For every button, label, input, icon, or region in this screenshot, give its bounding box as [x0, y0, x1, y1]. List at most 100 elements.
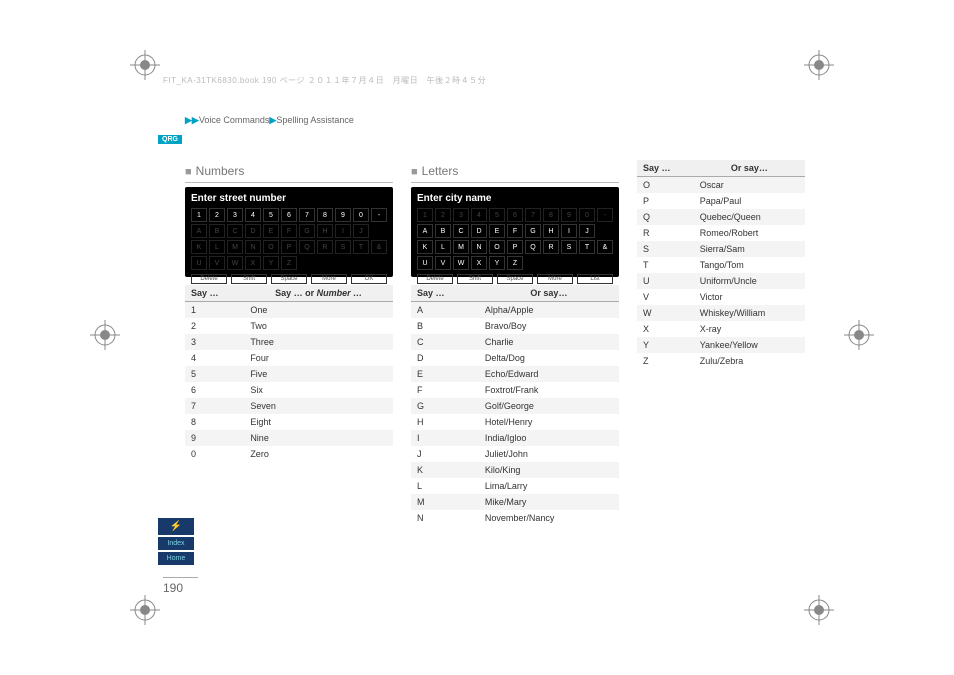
key: Y: [489, 256, 505, 270]
letters-screen: Enter city name 1234567890- ABCDEFGHIJ K…: [411, 187, 619, 277]
key: Z: [507, 256, 523, 270]
table-row: DDelta/Dog: [411, 350, 619, 366]
table-row: WWhiskey/William: [637, 305, 805, 321]
key: V: [209, 256, 225, 270]
reg-mark-icon: [90, 320, 120, 350]
key: G: [299, 224, 315, 238]
cell-key: U: [637, 273, 694, 289]
cell-key: T: [637, 257, 694, 273]
cell-value: Uniform/Uncle: [694, 273, 805, 289]
table-row: VVictor: [637, 289, 805, 305]
key: W: [453, 256, 469, 270]
table-row: HHotel/Henry: [411, 414, 619, 430]
cell-key: H: [411, 414, 479, 430]
cell-key: 6: [185, 382, 244, 398]
key: X: [471, 256, 487, 270]
table-row: XX-ray: [637, 321, 805, 337]
table-row: UUniform/Uncle: [637, 273, 805, 289]
reg-mark-icon: [804, 595, 834, 625]
key: 6: [507, 208, 523, 222]
table-row: TTango/Tom: [637, 257, 805, 273]
key: E: [489, 224, 505, 238]
key: &: [371, 240, 387, 254]
cell-key: O: [637, 177, 694, 194]
key: 6: [281, 208, 297, 222]
table-row: PPapa/Paul: [637, 193, 805, 209]
key: 2: [209, 208, 225, 222]
page: FIT_KA-31TK6830.book 190 ページ ２０１１年７月４日 月…: [0, 0, 954, 675]
cell-key: 1: [185, 302, 244, 319]
table-row: ZZulu/Zebra: [637, 353, 805, 369]
key: C: [453, 224, 469, 238]
cell-value: Victor: [694, 289, 805, 305]
screen-button: More: [311, 274, 347, 284]
cell-key: J: [411, 446, 479, 462]
cell-key: S: [637, 241, 694, 257]
key: R: [543, 240, 559, 254]
key: &: [597, 240, 613, 254]
table-row: 0Zero: [185, 446, 393, 462]
table-row: CCharlie: [411, 334, 619, 350]
numbers-title: ■Numbers: [185, 160, 393, 183]
key: N: [471, 240, 487, 254]
reg-mark-icon: [130, 50, 160, 80]
cell-value: Mike/Mary: [479, 494, 619, 510]
key: F: [281, 224, 297, 238]
cell-key: C: [411, 334, 479, 350]
cell-value: November/Nancy: [479, 510, 619, 526]
letters-table-left: Say … Or say… AAlpha/AppleBBravo/BoyCCha…: [411, 285, 619, 526]
cell-key: A: [411, 302, 479, 319]
key: -: [371, 208, 387, 222]
cell-value: Tango/Tom: [694, 257, 805, 273]
cell-key: L: [411, 478, 479, 494]
content: ■Numbers Enter street number 1234567890-…: [185, 160, 805, 526]
table-row: YYankee/Yellow: [637, 337, 805, 353]
key: 4: [471, 208, 487, 222]
cell-key: 4: [185, 350, 244, 366]
key: 5: [263, 208, 279, 222]
cell-value: Zero: [244, 446, 393, 462]
col-header: Or say…: [694, 160, 805, 177]
table-row: 6Six: [185, 382, 393, 398]
key: D: [471, 224, 487, 238]
screen-button: OK: [351, 274, 387, 284]
home-tab[interactable]: Home: [158, 552, 194, 565]
key: 1: [417, 208, 433, 222]
cell-key: 8: [185, 414, 244, 430]
reg-mark-icon: [804, 50, 834, 80]
key: W: [227, 256, 243, 270]
screen-button: List: [577, 274, 613, 284]
reg-mark-icon: [130, 595, 160, 625]
screen-title: Enter street number: [191, 193, 387, 204]
cell-key: 9: [185, 430, 244, 446]
key: U: [417, 256, 433, 270]
key: P: [507, 240, 523, 254]
index-tab[interactable]: Index: [158, 537, 194, 550]
key: P: [281, 240, 297, 254]
table-row: QQuebec/Queen: [637, 209, 805, 225]
screen-button: Space: [271, 274, 307, 284]
cell-value: Bravo/Boy: [479, 318, 619, 334]
cell-key: 0: [185, 446, 244, 462]
screen-button: Delete: [417, 274, 453, 284]
cell-value: Kilo/King: [479, 462, 619, 478]
cell-key: K: [411, 462, 479, 478]
key: O: [489, 240, 505, 254]
key: 8: [543, 208, 559, 222]
cell-value: Whiskey/William: [694, 305, 805, 321]
cell-value: Five: [244, 366, 393, 382]
letters-title: ■Letters: [411, 160, 619, 183]
table-row: 8Eight: [185, 414, 393, 430]
table-row: 5Five: [185, 366, 393, 382]
key: T: [579, 240, 595, 254]
key: Z: [281, 256, 297, 270]
key: R: [317, 240, 333, 254]
screen-button: Shift: [231, 274, 267, 284]
cell-value: X-ray: [694, 321, 805, 337]
table-row: FFoxtrot/Frank: [411, 382, 619, 398]
cell-value: Lima/Larry: [479, 478, 619, 494]
key: L: [435, 240, 451, 254]
key: 7: [525, 208, 541, 222]
cell-key: G: [411, 398, 479, 414]
cell-value: Charlie: [479, 334, 619, 350]
